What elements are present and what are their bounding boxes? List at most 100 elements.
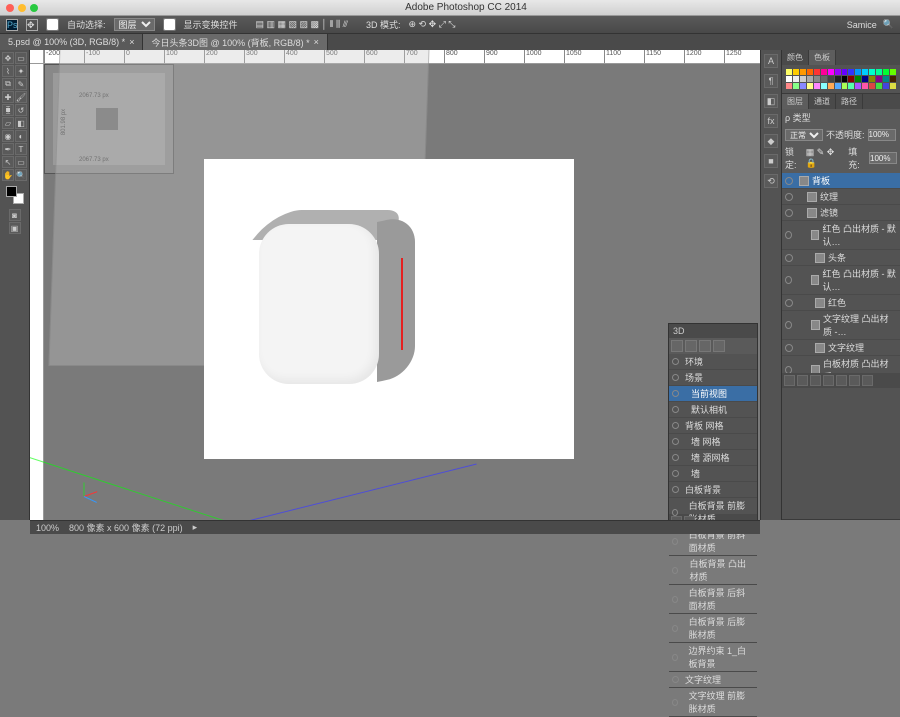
visibility-icon[interactable] bbox=[672, 438, 679, 445]
screenmode-icon[interactable]: ▣ bbox=[9, 222, 21, 234]
panel-toggle-icon[interactable]: ◧ bbox=[764, 94, 778, 108]
maximize-icon[interactable] bbox=[30, 4, 38, 12]
chevron-right-icon[interactable]: ▸ bbox=[193, 522, 198, 533]
marquee-tool[interactable]: ▭ bbox=[15, 52, 27, 64]
layer-row[interactable]: 纹理 bbox=[782, 189, 900, 205]
3d-scene-row[interactable]: 背板 网格 bbox=[669, 418, 757, 434]
swatch[interactable] bbox=[890, 76, 896, 82]
layer-row[interactable]: 白板材质 凸出材质 -… bbox=[782, 356, 900, 373]
layer-row[interactable]: 背板 bbox=[782, 173, 900, 189]
move-tool-icon[interactable]: ✥ bbox=[26, 19, 38, 31]
visibility-icon[interactable] bbox=[785, 344, 793, 352]
zoom-tool[interactable]: 🔍 bbox=[15, 169, 27, 181]
lock-icons[interactable]: ▦ ✎ ✥ 🔒 bbox=[806, 147, 843, 169]
swatch[interactable] bbox=[848, 69, 854, 75]
swatch[interactable] bbox=[883, 69, 889, 75]
swatch[interactable] bbox=[842, 83, 848, 89]
visibility-icon[interactable] bbox=[672, 406, 679, 413]
ruler-vertical[interactable] bbox=[30, 64, 44, 520]
minimize-icon[interactable] bbox=[18, 4, 26, 12]
swatch[interactable] bbox=[835, 83, 841, 89]
type-tool[interactable]: T bbox=[15, 143, 27, 155]
wand-tool[interactable]: ✦ bbox=[15, 65, 27, 77]
visibility-icon[interactable] bbox=[785, 209, 793, 217]
panel-toggle-icon[interactable]: fx bbox=[764, 114, 778, 128]
3d-scene-row[interactable]: 墙 网格 bbox=[669, 434, 757, 450]
swatch[interactable] bbox=[883, 76, 889, 82]
visibility-icon[interactable] bbox=[672, 486, 679, 493]
blur-tool[interactable]: ◉ bbox=[2, 130, 14, 142]
swatch[interactable] bbox=[890, 83, 896, 89]
trash-icon[interactable] bbox=[862, 375, 873, 386]
move-tool[interactable]: ✥ bbox=[2, 52, 14, 64]
swatch[interactable] bbox=[890, 69, 896, 75]
visibility-icon[interactable] bbox=[672, 358, 679, 365]
swatch[interactable] bbox=[793, 69, 799, 75]
swatch[interactable] bbox=[862, 69, 868, 75]
visibility-icon[interactable] bbox=[785, 231, 792, 239]
document-tab[interactable]: 5.psd @ 100% (3D, RGB/8) * × bbox=[0, 34, 143, 50]
shape-tool[interactable]: ▭ bbox=[15, 156, 27, 168]
link-icon[interactable] bbox=[784, 375, 795, 386]
swatch[interactable] bbox=[800, 69, 806, 75]
layer-row[interactable]: 红色 凸出材质 - 默认… bbox=[782, 266, 900, 295]
swatch[interactable] bbox=[862, 83, 868, 89]
visibility-icon[interactable] bbox=[785, 254, 793, 262]
swatch[interactable] bbox=[793, 83, 799, 89]
visibility-icon[interactable] bbox=[672, 454, 679, 461]
close-icon[interactable] bbox=[6, 4, 14, 12]
visibility-icon[interactable] bbox=[672, 699, 678, 706]
layer-row[interactable]: 红色 凸出材质 - 默认… bbox=[782, 221, 900, 250]
color-swatch[interactable] bbox=[6, 186, 24, 204]
layer-row[interactable]: 滤镜 bbox=[782, 205, 900, 221]
swatch[interactable] bbox=[800, 83, 806, 89]
swatch[interactable] bbox=[800, 76, 806, 82]
group-icon[interactable] bbox=[836, 375, 847, 386]
swatch[interactable] bbox=[828, 69, 834, 75]
swatch[interactable] bbox=[835, 69, 841, 75]
lasso-tool[interactable]: ⌇ bbox=[2, 65, 14, 77]
swatch[interactable] bbox=[883, 83, 889, 89]
3d-scene-row[interactable]: 文字纹理 bbox=[669, 672, 757, 688]
eraser-tool[interactable]: ▱ bbox=[2, 117, 14, 129]
swatch[interactable] bbox=[807, 83, 813, 89]
3d-scene-row[interactable]: 默认相机 bbox=[669, 402, 757, 418]
swatch[interactable] bbox=[869, 83, 875, 89]
3d-scene-row[interactable]: 墙 bbox=[669, 466, 757, 482]
swatch[interactable] bbox=[848, 83, 854, 89]
panel-tab-paths[interactable]: 路径 bbox=[836, 94, 863, 109]
new-layer-icon[interactable] bbox=[849, 375, 860, 386]
visibility-icon[interactable] bbox=[672, 625, 678, 632]
swatch[interactable] bbox=[814, 69, 820, 75]
swatch[interactable] bbox=[786, 83, 792, 89]
filter-mesh-icon[interactable] bbox=[685, 340, 697, 352]
layer-row[interactable]: 文字纹理 bbox=[782, 340, 900, 356]
filter-scene-icon[interactable] bbox=[671, 340, 683, 352]
visibility-icon[interactable] bbox=[672, 676, 679, 683]
auto-select-target[interactable]: 图层 bbox=[114, 18, 155, 31]
visibility-icon[interactable] bbox=[672, 390, 679, 397]
filter-material-icon[interactable] bbox=[699, 340, 711, 352]
3d-mode-icons[interactable]: ⊕ ⟲ ✥ ⤢ ⤡ bbox=[408, 19, 455, 30]
path-tool[interactable]: ↖ bbox=[2, 156, 14, 168]
swatch[interactable] bbox=[793, 76, 799, 82]
swatch[interactable] bbox=[807, 69, 813, 75]
panel-toggle-icon[interactable]: A bbox=[764, 54, 778, 68]
swatch[interactable] bbox=[876, 83, 882, 89]
3d-scene-row[interactable]: 白板背景 后斜面材质 bbox=[669, 585, 757, 614]
swatch[interactable] bbox=[821, 76, 827, 82]
visibility-icon[interactable] bbox=[785, 321, 792, 329]
canvas-stage[interactable]: 2067.73 px 801.98 px 2067.73 px bbox=[44, 64, 760, 520]
3d-scene-row[interactable]: 环境 bbox=[669, 354, 757, 370]
ps-logo-icon[interactable]: Ps bbox=[6, 19, 18, 31]
3d-object[interactable] bbox=[259, 224, 399, 394]
swatch[interactable] bbox=[807, 76, 813, 82]
swatch[interactable] bbox=[876, 69, 882, 75]
layer-row[interactable]: 头条 bbox=[782, 250, 900, 266]
swatch[interactable] bbox=[814, 76, 820, 82]
fx-icon[interactable] bbox=[797, 375, 808, 386]
swatch[interactable] bbox=[869, 69, 875, 75]
visibility-icon[interactable] bbox=[785, 276, 792, 284]
visibility-icon[interactable] bbox=[672, 596, 678, 603]
visibility-icon[interactable] bbox=[672, 470, 679, 477]
